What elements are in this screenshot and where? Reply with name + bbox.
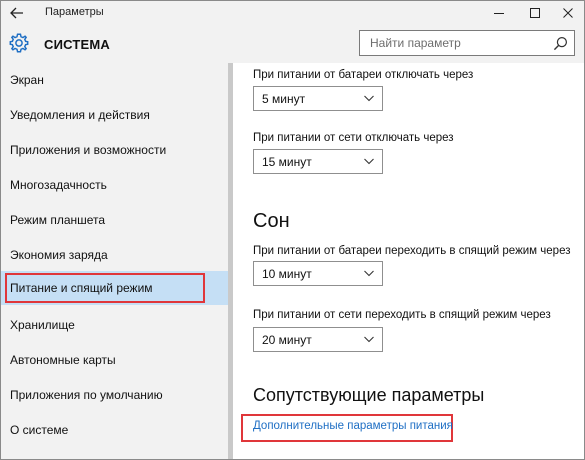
sidebar-item-offline-maps[interactable]: Автономные карты (1, 343, 228, 377)
sidebar-item-about[interactable]: О системе (1, 413, 228, 447)
sidebar-item-storage[interactable]: Хранилище (1, 308, 228, 342)
sleep-battery-label: При питании от батареи переходить в спящ… (253, 245, 571, 257)
chevron-down-icon (364, 95, 374, 102)
sidebar-item-battery-saver[interactable]: Экономия заряда (1, 238, 228, 272)
title-bar: Параметры (1, 1, 584, 25)
screen-battery-dropdown[interactable]: 5 минут (253, 86, 383, 111)
chevron-down-icon (364, 158, 374, 165)
sleep-ac-label: При питании от сети переходить в спящий … (253, 309, 551, 321)
maximize-icon (530, 8, 540, 18)
sleep-battery-dropdown[interactable]: 10 минут (253, 261, 383, 286)
sidebar-nav: Экран Уведомления и действия Приложения … (1, 63, 228, 459)
screen-ac-label: При питании от сети отключать через (253, 132, 454, 144)
close-button[interactable] (551, 1, 584, 25)
app-title: Параметры (45, 6, 104, 18)
dropdown-value: 20 минут (262, 332, 312, 347)
screen-ac-dropdown[interactable]: 15 минут (253, 149, 383, 174)
sidebar-item-tablet-mode[interactable]: Режим планшета (1, 203, 228, 237)
settings-content: При питании от батареи отключать через 5… (233, 63, 584, 459)
dropdown-value: 5 минут (262, 91, 306, 106)
additional-power-settings-link[interactable]: Дополнительные параметры питания (253, 420, 453, 432)
arrow-left-icon (10, 7, 23, 19)
screen-battery-label: При питании от батареи отключать через (253, 69, 474, 81)
dropdown-value: 15 минут (262, 154, 312, 169)
sleep-heading: Сон (253, 210, 290, 232)
sidebar-item-apps-features[interactable]: Приложения и возможности (1, 133, 228, 167)
sidebar-item-default-apps[interactable]: Приложения по умолчанию (1, 378, 228, 412)
search-icon[interactable] (553, 36, 568, 51)
sidebar-item-notifications[interactable]: Уведомления и действия (1, 98, 228, 132)
search-box[interactable] (359, 30, 575, 56)
settings-header: СИСТЕМА (1, 25, 584, 63)
sidebar-item-power-sleep[interactable]: Питание и спящий режим (1, 271, 228, 305)
settings-window: Параметры СИСТЕМА Найти параметр Экран У… (0, 0, 585, 460)
gear-icon (9, 33, 29, 53)
chevron-down-icon (364, 270, 374, 277)
search-input[interactable] (360, 31, 546, 55)
chevron-down-icon (364, 336, 374, 343)
close-icon (563, 8, 573, 18)
dropdown-value: 10 минут (262, 266, 312, 281)
sleep-ac-dropdown[interactable]: 20 минут (253, 327, 383, 352)
minimize-icon (494, 13, 504, 14)
minimize-button[interactable] (482, 1, 516, 25)
sidebar-item-multitasking[interactable]: Многозадачность (1, 168, 228, 202)
section-title: СИСТЕМА (44, 37, 111, 52)
sidebar-item-display[interactable]: Экран (1, 63, 228, 97)
back-button[interactable] (1, 1, 33, 25)
related-heading: Сопутствующие параметры (253, 385, 485, 405)
maximize-button[interactable] (518, 1, 552, 25)
